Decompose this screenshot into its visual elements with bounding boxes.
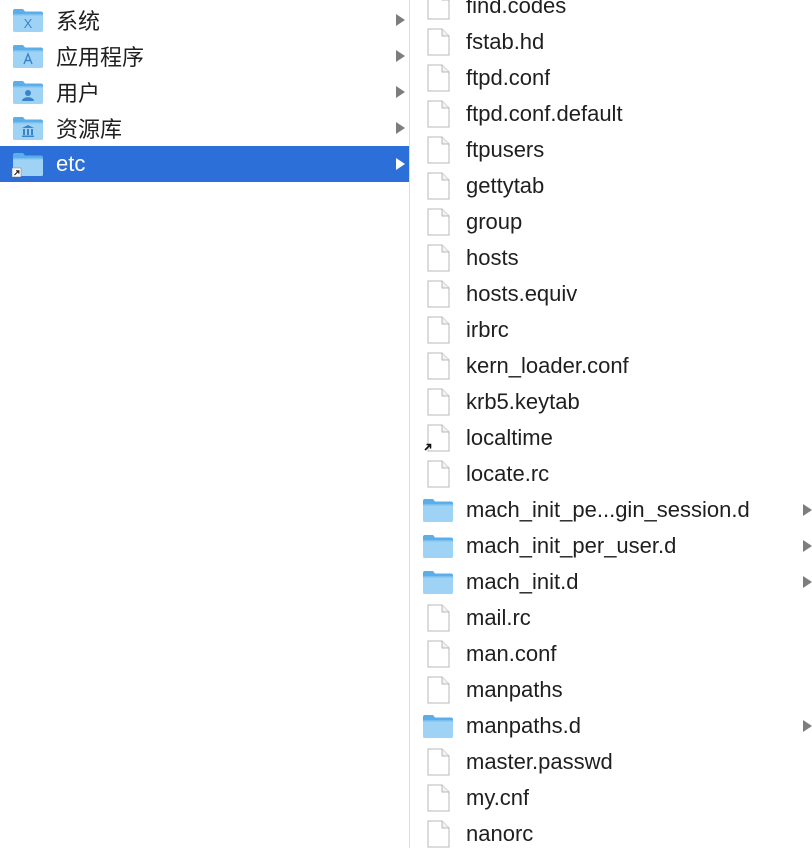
file-item-label: mach_init.d	[466, 569, 579, 594]
file-item-label: master.passwd	[466, 749, 613, 774]
file-item[interactable]: gettytab	[410, 168, 812, 204]
document-icon	[423, 784, 453, 812]
sidebar-item[interactable]: 用户	[0, 74, 409, 110]
file-item-label: man.conf	[466, 641, 557, 666]
file-item[interactable]: man.conf	[410, 636, 812, 672]
document-icon	[423, 388, 453, 416]
disclosure-arrow-icon[interactable]	[396, 14, 405, 26]
file-item-label: localtime	[466, 425, 553, 450]
sidebar-item[interactable]: X 系统	[0, 2, 409, 38]
system-folder-icon: X	[12, 7, 44, 33]
file-item[interactable]: kern_loader.conf	[410, 348, 812, 384]
file-item[interactable]: my.cnf	[410, 780, 812, 816]
file-list-column: find.codes fstab.hd ftpd.conf ftpd.conf.def…	[410, 0, 812, 848]
document-icon	[423, 244, 453, 272]
file-item-label: find.codes	[466, 0, 567, 18]
file-item[interactable]: localtime	[410, 420, 812, 456]
file-item-label: hosts.equiv	[466, 281, 578, 306]
file-item-label: ftpusers	[466, 137, 545, 162]
document-icon	[423, 64, 453, 92]
alias-file-icon	[423, 424, 453, 452]
disclosure-arrow-icon[interactable]	[803, 540, 812, 552]
document-icon	[423, 748, 453, 776]
applications-folder-icon	[12, 43, 44, 69]
file-item[interactable]: ftpd.conf	[410, 60, 812, 96]
disclosure-arrow-icon[interactable]	[396, 122, 405, 134]
document-icon	[423, 316, 453, 344]
document-icon	[423, 0, 453, 20]
file-item-label: locate.rc	[466, 461, 550, 486]
document-icon	[423, 676, 453, 704]
sidebar-column: X 系统应用程序用户资源库 etc	[0, 0, 409, 848]
file-item-label: my.cnf	[466, 785, 530, 810]
document-icon	[423, 280, 453, 308]
file-item-label: ftpd.conf	[466, 65, 551, 90]
file-item-label: hosts	[466, 245, 519, 270]
users-folder-icon	[12, 79, 44, 105]
file-item[interactable]: hosts	[410, 240, 812, 276]
document-icon	[423, 604, 453, 632]
file-item-label: mach_init_pe...gin_session.d	[466, 497, 750, 522]
folder-item[interactable]: mach_init.d	[410, 564, 812, 600]
alias-folder-icon	[12, 151, 44, 177]
file-item-label: manpaths	[466, 677, 563, 702]
file-item-label: mach_init_per_user.d	[466, 533, 677, 558]
folder-icon	[422, 497, 454, 523]
folder-item[interactable]: manpaths.d	[410, 708, 812, 744]
file-item-label: group	[466, 209, 523, 234]
file-item-label: irbrc	[466, 317, 509, 342]
disclosure-arrow-icon[interactable]	[396, 50, 405, 62]
file-item-label: fstab.hd	[466, 29, 545, 54]
sidebar-item-label: 系统	[56, 9, 101, 34]
file-item[interactable]: group	[410, 204, 812, 240]
library-folder-icon	[12, 115, 44, 141]
document-icon	[423, 352, 453, 380]
file-item[interactable]: ftpusers	[410, 132, 812, 168]
document-icon	[423, 172, 453, 200]
folder-icon	[422, 569, 454, 595]
file-item-label: manpaths.d	[466, 713, 581, 738]
file-item[interactable]: mail.rc	[410, 600, 812, 636]
file-item[interactable]: locate.rc	[410, 456, 812, 492]
sidebar-item[interactable]: 应用程序	[0, 38, 409, 74]
file-item[interactable]: hosts.equiv	[410, 276, 812, 312]
disclosure-arrow-icon[interactable]	[803, 504, 812, 516]
disclosure-arrow-icon[interactable]	[803, 576, 812, 588]
folder-icon	[422, 533, 454, 559]
sidebar-item[interactable]: 资源库	[0, 110, 409, 146]
sidebar-item-label: 资源库	[56, 117, 123, 142]
file-item-label: mail.rc	[466, 605, 531, 630]
document-icon	[423, 136, 453, 164]
file-item-label: ftpd.conf.default	[466, 101, 623, 126]
file-item[interactable]: fstab.hd	[410, 24, 812, 60]
file-item[interactable]: find.codes	[410, 0, 812, 24]
folder-item[interactable]: mach_init_per_user.d	[410, 528, 812, 564]
document-icon	[423, 820, 453, 848]
sidebar-item-label: 用户	[56, 81, 101, 106]
file-item-label: gettytab	[466, 173, 545, 198]
document-icon	[423, 640, 453, 668]
file-item[interactable]: ftpd.conf.default	[410, 96, 812, 132]
file-item-label: nanorc	[466, 821, 534, 846]
sidebar-item[interactable]: etc	[0, 146, 409, 182]
document-icon	[423, 208, 453, 236]
folder-icon	[422, 713, 454, 739]
file-item-label: krb5.keytab	[466, 389, 580, 414]
disclosure-arrow-icon[interactable]	[803, 720, 812, 732]
document-icon	[423, 100, 453, 128]
folder-item[interactable]: mach_init_pe...gin_session.d	[410, 492, 812, 528]
file-item-label: kern_loader.conf	[466, 353, 629, 378]
disclosure-arrow-icon[interactable]	[396, 86, 405, 98]
file-item[interactable]: manpaths	[410, 672, 812, 708]
file-item[interactable]: nanorc	[410, 816, 812, 848]
file-item[interactable]: irbrc	[410, 312, 812, 348]
file-item[interactable]: master.passwd	[410, 744, 812, 780]
svg-text:X: X	[24, 16, 33, 31]
sidebar-item-label: etc	[56, 151, 86, 176]
document-icon	[423, 28, 453, 56]
document-icon	[423, 460, 453, 488]
sidebar-item-label: 应用程序	[56, 45, 145, 70]
disclosure-arrow-icon[interactable]	[396, 158, 405, 170]
file-item[interactable]: krb5.keytab	[410, 384, 812, 420]
